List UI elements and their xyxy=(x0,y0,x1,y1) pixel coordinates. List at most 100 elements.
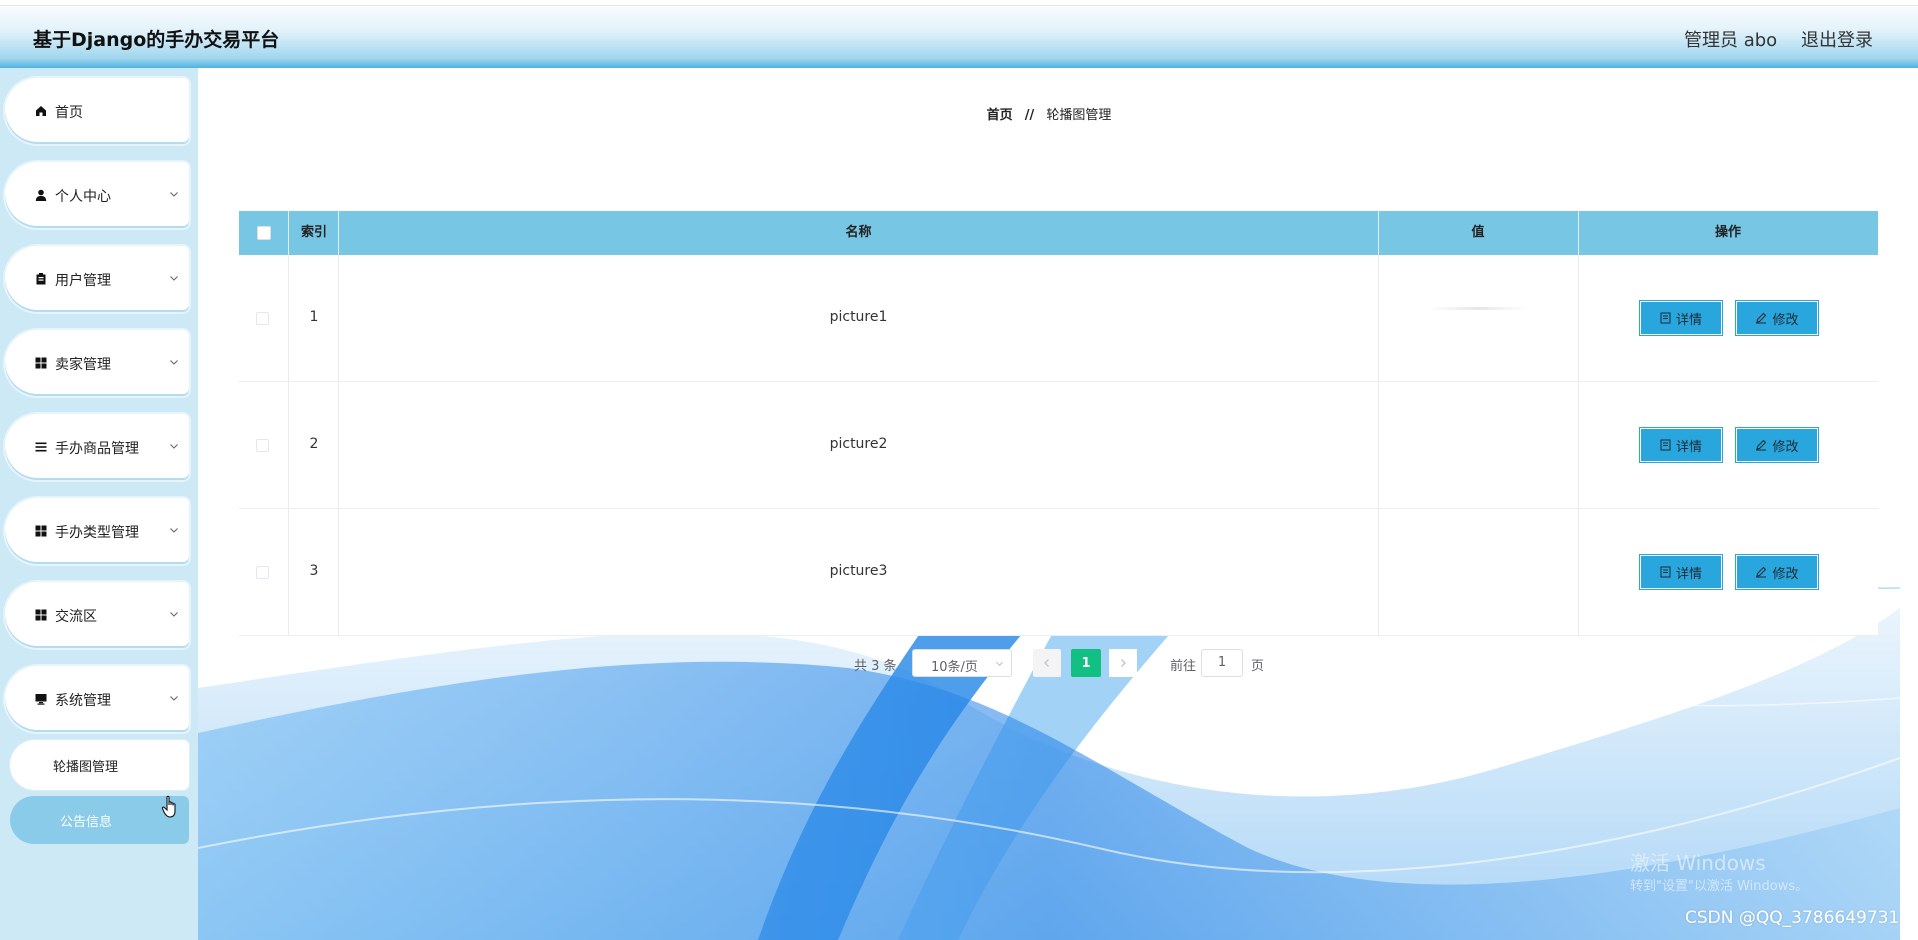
detail-button-label: 详情 xyxy=(1675,566,1702,582)
column-header-name: 名称 xyxy=(845,225,872,240)
sidebar-item-label: 手办类型管理 xyxy=(55,525,139,541)
detail-button[interactable]: 详情 xyxy=(1640,301,1722,335)
sidebar-item-label: 系统管理 xyxy=(55,693,111,709)
grid-icon xyxy=(34,524,48,538)
grid-icon xyxy=(34,356,48,370)
sidebar-item-personal-center[interactable]: 个人中心 xyxy=(5,162,189,228)
sidebar-item-label: 手办商品管理 xyxy=(55,441,139,457)
pagination-total: 共 3 条 xyxy=(854,659,897,674)
sidebar-item-label: 交流区 xyxy=(55,609,97,625)
chevron-down-icon xyxy=(170,612,178,617)
pencil-icon xyxy=(1756,439,1767,451)
table-header: 索引 名称 值 操作 xyxy=(239,211,1878,255)
row-index: 3 xyxy=(309,563,319,579)
table-row: 1 picture1 详情 修改 xyxy=(239,255,1878,382)
detail-button-label: 详情 xyxy=(1675,439,1702,455)
sidebar-subitem-carousel[interactable]: 轮播图管理 xyxy=(10,740,189,790)
row-index: 2 xyxy=(309,436,319,452)
detail-button[interactable]: 详情 xyxy=(1640,428,1722,462)
pencil-icon xyxy=(1756,312,1767,324)
top-header: 基于Django的手办交易平台 管理员 abo 退出登录 xyxy=(0,5,1918,68)
pencil-icon xyxy=(1756,566,1767,578)
sidebar-item-forum[interactable]: 交流区 xyxy=(5,582,189,648)
sidebar-subitem-label: 公告信息 xyxy=(60,815,113,830)
row-index: 1 xyxy=(309,309,319,325)
page-suffix-label: 页 xyxy=(1251,659,1265,674)
breadcrumb-separator: // xyxy=(1024,108,1035,123)
prev-page-button[interactable] xyxy=(1033,649,1061,677)
row-checkbox[interactable] xyxy=(256,312,269,325)
edit-button-label: 修改 xyxy=(1772,312,1799,328)
sidebar-item-label: 卖家管理 xyxy=(55,357,111,373)
row-checkbox[interactable] xyxy=(256,439,269,452)
row-value xyxy=(1428,307,1528,310)
grid-icon xyxy=(34,608,48,622)
breadcrumb: 首页 // 轮播图管理 xyxy=(198,104,1900,123)
row-checkbox[interactable] xyxy=(256,566,269,579)
page-size-select[interactable]: 10条/页 xyxy=(912,649,1012,677)
table-row: 2 picture2 详情 修改 xyxy=(239,382,1878,509)
goto-page-input[interactable]: 1 xyxy=(1201,649,1243,677)
admin-user-label: 管理员 abo xyxy=(1684,30,1778,51)
app-title: 基于Django的手办交易平台 xyxy=(33,29,280,51)
sidebar-item-seller-management[interactable]: 卖家管理 xyxy=(5,330,189,396)
column-header-index: 索引 xyxy=(300,225,327,240)
chevron-down-icon xyxy=(170,276,178,281)
chevron-left-icon xyxy=(1044,659,1049,667)
monitor-icon xyxy=(34,692,48,706)
hand-cursor-icon xyxy=(161,795,176,818)
document-icon xyxy=(1660,566,1671,578)
breadcrumb-current: 轮播图管理 xyxy=(1046,108,1112,123)
column-header-actions: 操作 xyxy=(1714,225,1741,240)
sidebar-item-system-management[interactable]: 系统管理 xyxy=(5,666,189,732)
column-header-value: 值 xyxy=(1471,225,1485,240)
edit-button[interactable]: 修改 xyxy=(1736,555,1818,589)
chevron-down-icon xyxy=(170,696,178,701)
edit-button[interactable]: 修改 xyxy=(1736,301,1818,335)
chevron-down-icon xyxy=(170,360,178,365)
page-right-edge xyxy=(1900,68,1918,940)
row-name: picture2 xyxy=(829,436,888,452)
sidebar-item-home[interactable]: 首页 xyxy=(5,78,189,144)
chevron-down-icon xyxy=(170,528,178,533)
edit-button-label: 修改 xyxy=(1772,439,1799,455)
row-name: picture1 xyxy=(829,309,888,325)
chevron-down-icon xyxy=(170,192,178,197)
detail-button-label: 详情 xyxy=(1675,312,1702,328)
select-all-checkbox[interactable] xyxy=(257,226,271,240)
windows-activation-hint: 转到"设置"以激活 Windows。 xyxy=(1630,879,1809,894)
home-icon xyxy=(34,104,48,118)
detail-button[interactable]: 详情 xyxy=(1640,555,1722,589)
row-name: picture3 xyxy=(829,563,888,579)
logout-link[interactable]: 退出登录 xyxy=(1801,26,1873,52)
carousel-table: 索引 名称 值 操作 1 picture1 详情 修改 2 picture2 详… xyxy=(239,211,1878,636)
list-icon xyxy=(34,440,48,454)
table-row: 3 picture3 详情 修改 xyxy=(239,509,1878,636)
page-number-current[interactable]: 1 xyxy=(1071,649,1101,677)
page-size-value: 10条/页 xyxy=(931,660,978,675)
edit-button-label: 修改 xyxy=(1772,566,1799,582)
csdn-watermark: CSDN @QQ_3786649731 xyxy=(1685,908,1900,928)
chevron-right-icon xyxy=(1121,659,1126,667)
next-page-button[interactable] xyxy=(1109,649,1137,677)
main-content: 首页 // 轮播图管理 索引 名称 值 操作 1 picture1 详情 修改 … xyxy=(198,68,1900,940)
sidebar-item-label: 用户管理 xyxy=(55,273,111,289)
sidebar-item-label: 首页 xyxy=(55,105,83,121)
pagination: 共 3 条 10条/页 1 前往 1 页 xyxy=(198,648,1900,678)
sidebar-subitem-label: 轮播图管理 xyxy=(53,760,119,775)
sidebar-item-figure-types[interactable]: 手办类型管理 xyxy=(5,498,189,564)
sidebar-item-user-management[interactable]: 用户管理 xyxy=(5,246,189,312)
sidebar-item-figure-products[interactable]: 手办商品管理 xyxy=(5,414,189,480)
document-icon xyxy=(1660,439,1671,451)
chevron-down-icon xyxy=(170,444,178,449)
select-all-cell xyxy=(239,211,289,255)
breadcrumb-home[interactable]: 首页 xyxy=(987,108,1013,123)
clipboard-icon xyxy=(34,272,48,286)
windows-activation-watermark: 激活 Windows xyxy=(1630,851,1766,875)
sidebar-item-label: 个人中心 xyxy=(55,189,111,205)
goto-label: 前往 xyxy=(1170,659,1197,674)
document-icon xyxy=(1660,312,1671,324)
chevron-down-icon xyxy=(995,661,1004,667)
edit-button[interactable]: 修改 xyxy=(1736,428,1818,462)
person-icon xyxy=(34,188,48,202)
